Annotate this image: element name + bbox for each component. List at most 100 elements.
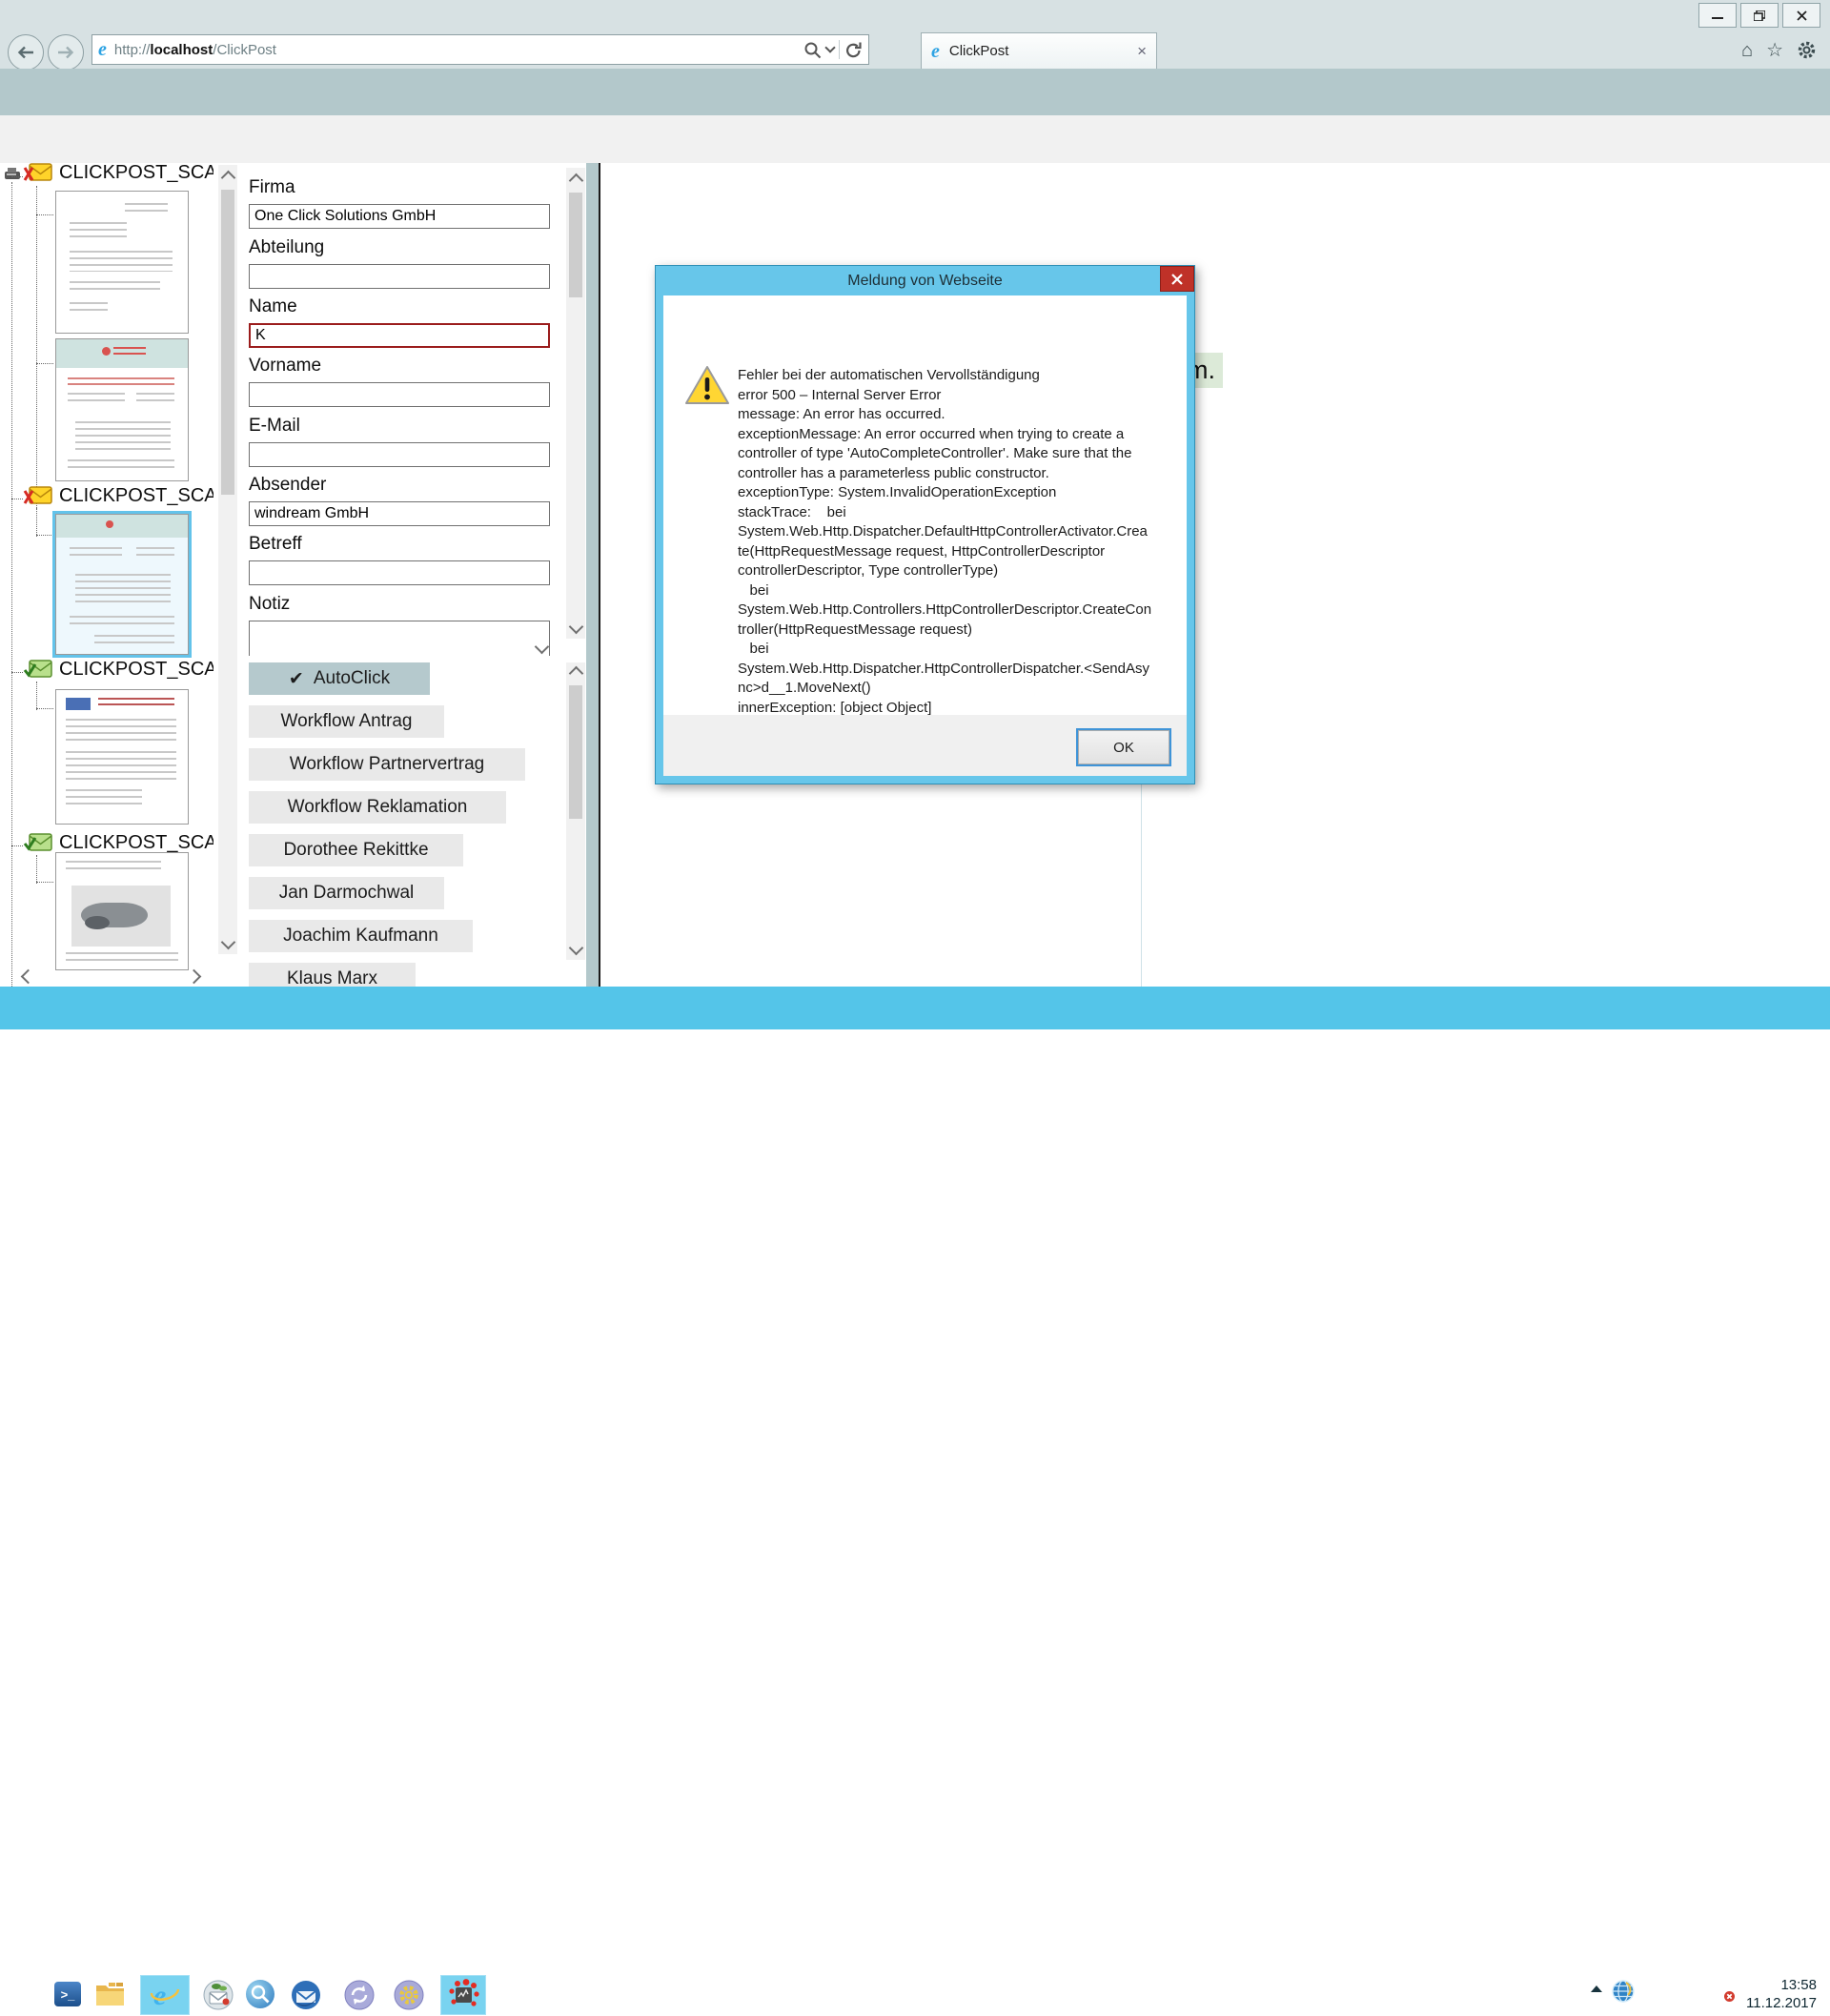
page-thumbnail[interactable] xyxy=(55,338,189,481)
scroll-up-icon[interactable] xyxy=(221,171,236,186)
tree-item-2[interactable]: CLICKPOST_SCAN xyxy=(23,483,214,508)
file-explorer-icon[interactable] xyxy=(95,1982,126,2012)
restore-button[interactable] xyxy=(1740,3,1779,28)
taskbar: >_ e xyxy=(0,987,1830,1029)
scroll-left-icon[interactable] xyxy=(21,969,36,985)
tab-close-icon[interactable]: × xyxy=(1137,42,1147,61)
vorname-input[interactable] xyxy=(249,382,550,407)
svg-text:e: e xyxy=(153,1980,166,2011)
tree-line xyxy=(11,672,23,673)
form-scrollbar[interactable] xyxy=(566,168,585,639)
firma-input[interactable] xyxy=(249,204,550,229)
back-arrow-icon xyxy=(17,46,34,59)
joachim-kaufmann-button[interactable]: Joachim Kaufmann xyxy=(249,920,473,952)
webpage-message-dialog: Meldung von Webseite Fehler bei der auto… xyxy=(655,265,1195,784)
button-label: Workflow Reklamation xyxy=(288,797,468,818)
sync-app-icon[interactable] xyxy=(344,1980,375,2015)
clock-date: 11.12.2017 xyxy=(1746,1995,1817,2013)
field-label-betreff: Betreff xyxy=(249,534,302,555)
actions-scrollbar[interactable] xyxy=(566,662,585,960)
mail-ok-icon xyxy=(23,830,53,855)
tree-line xyxy=(11,176,23,177)
settings-app-icon[interactable] xyxy=(394,1980,424,2015)
autoclick-button[interactable]: ✔ AutoClick xyxy=(249,662,430,695)
page-thumbnail-selected[interactable] xyxy=(55,514,189,655)
dialog-close-button[interactable] xyxy=(1160,266,1194,292)
page-thumbnail[interactable] xyxy=(55,689,189,825)
settings-gear-icon[interactable] xyxy=(1797,40,1817,60)
email-input[interactable] xyxy=(249,442,550,467)
browser-chrome: e http://localhost/ClickPost e ClickPost… xyxy=(0,0,1830,70)
name-input[interactable] xyxy=(249,323,550,348)
network-globe-icon[interactable] xyxy=(1611,1979,1636,2008)
search-icon[interactable] xyxy=(803,41,822,59)
scrollbar-thumb[interactable] xyxy=(569,193,582,297)
workflow-partnervertrag-button[interactable]: Workflow Partnervertrag xyxy=(249,748,525,781)
action-center-flag-icon[interactable] xyxy=(1645,1979,1668,2008)
page-thumbnail[interactable] xyxy=(55,191,189,334)
forward-button[interactable] xyxy=(48,34,84,71)
tree-item-1[interactable]: CLICKPOST_SCAN xyxy=(23,163,214,185)
tree-item-label[interactable]: CLICKPOST_SCAN xyxy=(59,163,214,184)
ok-button[interactable]: OK xyxy=(1076,728,1171,766)
search-dropdown-icon[interactable] xyxy=(824,42,835,52)
chrome-actions: ⌂ ☆ xyxy=(1741,40,1817,60)
browser-tab[interactable]: e ClickPost × xyxy=(921,32,1157,69)
thunderbird-icon[interactable] xyxy=(291,1980,321,2015)
main-toolbar: 0 A 0 A xyxy=(0,115,1830,164)
mail-ok-icon xyxy=(23,657,53,682)
taskbar-clock[interactable]: 13:58 11.12.2017 xyxy=(1746,1977,1817,2013)
url-text[interactable]: http://localhost/ClickPost xyxy=(114,42,276,58)
back-button[interactable] xyxy=(8,34,44,71)
clickpost-taskbar-button[interactable] xyxy=(440,1975,486,2015)
network-status-icon[interactable] xyxy=(1676,1979,1702,2008)
scroll-up-icon[interactable] xyxy=(569,666,584,682)
scroll-right-icon[interactable] xyxy=(187,969,202,985)
absender-input[interactable] xyxy=(249,501,550,526)
jan-darmochwal-button[interactable]: Jan Darmochwal xyxy=(249,877,444,909)
notiz-input[interactable] xyxy=(249,621,550,656)
abteilung-input[interactable] xyxy=(249,264,550,289)
close-button[interactable] xyxy=(1782,3,1820,28)
field-label-vorname: Vorname xyxy=(249,356,321,377)
panel-divider[interactable] xyxy=(586,163,599,987)
mail-app-icon[interactable] xyxy=(203,1980,234,2015)
url-path: /ClickPost xyxy=(213,42,276,58)
minimize-icon xyxy=(1712,10,1723,20)
start-button[interactable] xyxy=(10,1981,38,2012)
home-icon[interactable]: ⌂ xyxy=(1741,41,1753,60)
tree-item-3[interactable]: CLICKPOST_SCAN xyxy=(23,657,214,682)
page-thumbnail[interactable] xyxy=(55,852,189,970)
search-app-icon[interactable] xyxy=(246,1980,274,2008)
refresh-icon[interactable] xyxy=(844,41,863,59)
tree-line xyxy=(36,214,53,215)
workflow-reklamation-button[interactable]: Workflow Reklamation xyxy=(249,791,506,824)
scanner-root-icon[interactable] xyxy=(4,167,23,182)
tree-item-label[interactable]: CLICKPOST_SCAN xyxy=(59,832,214,854)
address-bar[interactable]: e http://localhost/ClickPost xyxy=(92,34,869,65)
close-icon xyxy=(1171,274,1183,285)
dorothee-rekittke-button[interactable]: Dorothee Rekittke xyxy=(249,834,463,866)
volume-muted-icon[interactable] xyxy=(1710,1979,1737,2008)
scrollbar-thumb[interactable] xyxy=(569,685,582,819)
scroll-down-icon[interactable] xyxy=(221,935,236,950)
favorites-star-icon[interactable]: ☆ xyxy=(1766,41,1783,60)
tree-item-label[interactable]: CLICKPOST_SCAN xyxy=(59,485,214,507)
betreff-input[interactable] xyxy=(249,560,550,585)
klaus-marx-button[interactable]: Klaus Marx xyxy=(249,963,416,987)
scroll-down-icon[interactable] xyxy=(569,941,584,956)
folder-icon xyxy=(95,1982,126,2007)
tray-expand-icon[interactable] xyxy=(1590,1982,1603,1999)
ie-taskbar-button[interactable]: e xyxy=(140,1975,190,2015)
tree-scrollbar[interactable] xyxy=(218,165,237,954)
field-label-absender: Absender xyxy=(249,475,326,496)
minimize-button[interactable] xyxy=(1698,3,1737,28)
tree-item-label[interactable]: CLICKPOST_SCAN xyxy=(59,659,214,681)
button-label: Workflow Partnervertrag xyxy=(290,754,485,775)
scrollbar-thumb[interactable] xyxy=(221,190,234,495)
scroll-up-icon[interactable] xyxy=(569,173,584,189)
forward-arrow-icon xyxy=(57,46,74,59)
powershell-icon[interactable]: >_ xyxy=(54,1982,81,2006)
scroll-down-icon[interactable] xyxy=(569,620,584,635)
workflow-antrag-button[interactable]: Workflow Antrag xyxy=(249,705,444,738)
